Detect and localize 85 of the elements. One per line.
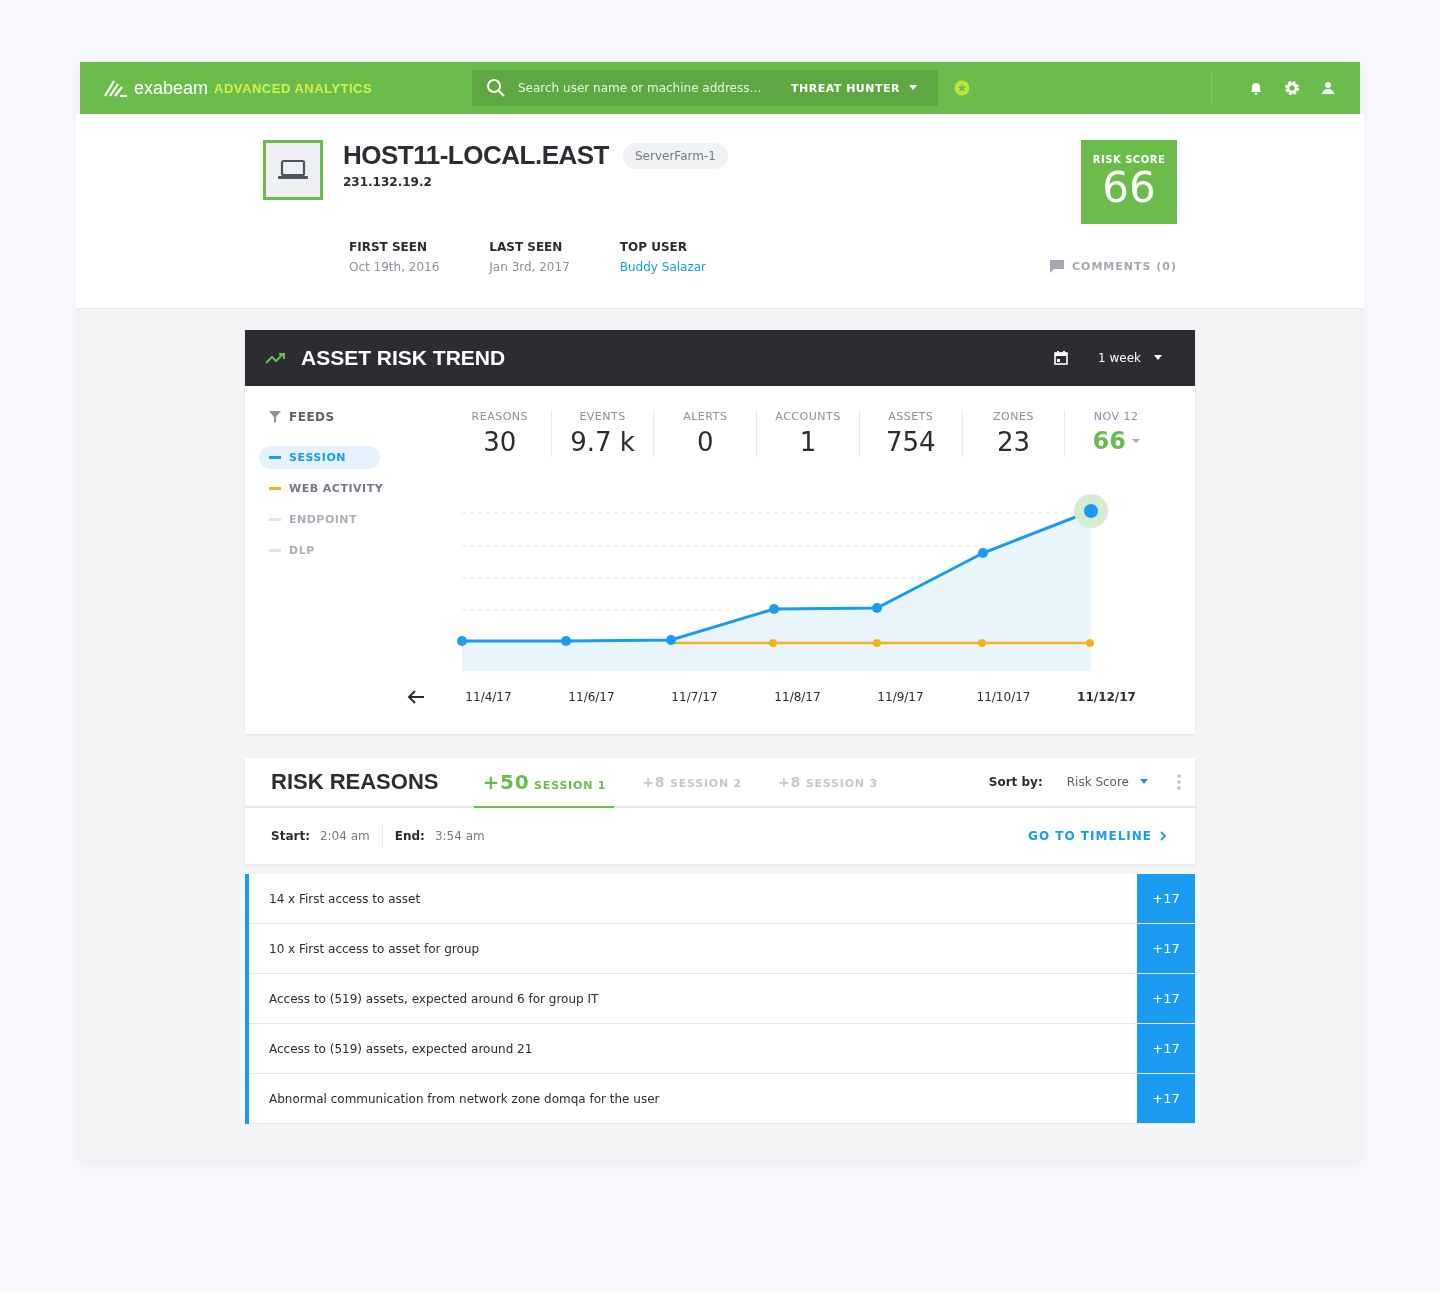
start-label: Start: [271, 829, 310, 843]
stat-value: 0 [696, 427, 715, 457]
trend-icon [265, 351, 287, 365]
session-tab[interactable]: +8 SESSION 2 [634, 758, 751, 808]
session-tab[interactable]: +8 SESSION 3 [770, 758, 886, 808]
caret-icon [1139, 779, 1149, 785]
caret-icon [1153, 355, 1163, 361]
session-tab[interactable]: +50 SESSION 1 [474, 758, 615, 808]
reason-text: Access to (519) assets, expected around 21 [268, 1041, 534, 1056]
start-time: 2:04 am [319, 829, 370, 843]
stat-label: NOV 12 [1092, 410, 1140, 423]
stat-value: 30 [482, 427, 518, 457]
user-link[interactable]: Buddy Salazar [619, 260, 706, 274]
product-name: ADVANCED ANALYTICS [214, 80, 373, 96]
feed-item[interactable]: WEB ACTIVITY [259, 477, 394, 500]
laptop-icon [263, 140, 323, 200]
back-arrow-icon[interactable] [407, 690, 425, 704]
date-label: 11/8/17 [773, 690, 822, 704]
risk-score: 66 [1102, 164, 1156, 211]
sort-label: Sort by: [988, 775, 1043, 789]
comment-icon [1050, 260, 1064, 273]
fact-value: Jan 3rd, 2017 [489, 260, 570, 274]
asset-name: HOST11-LOCAL.EAST [343, 140, 609, 171]
reason-score: +17 [1137, 1074, 1195, 1123]
fact-value: Oct 19th, 2016 [349, 260, 440, 274]
mode-dropdown[interactable]: THREAT HUNTER [784, 80, 924, 96]
user-icon[interactable] [1320, 80, 1336, 96]
reason-text: Access to (519) assets, expected around 6 for group IT [268, 991, 600, 1006]
reasons-title: RISK REASONS [271, 769, 439, 795]
comments-button[interactable]: COMMENTS (0) [1050, 260, 1177, 273]
feeds-title: FEEDS [289, 410, 335, 424]
logo-text: exabeam [134, 77, 209, 99]
reason-row[interactable]: Access to (519) assets, expected around 6 for group IT +17 [249, 974, 1195, 1024]
sort-dropdown[interactable]: Risk Score [1060, 774, 1155, 790]
fact-label: TOP USER [619, 240, 688, 254]
stat-value: 1 [798, 427, 818, 457]
stat-label: ALERTS [682, 410, 729, 423]
asset-tag: ServerFarm-1 [623, 142, 728, 169]
caret-icon[interactable] [1131, 438, 1140, 444]
stat-value: 9.7 k [569, 427, 636, 457]
stat-label: ACCOUNTS [774, 410, 842, 423]
calendar-icon [1054, 351, 1068, 365]
reason-text: 14 x First access to asset [268, 891, 422, 906]
ip-address: 231.132.19.2 [343, 175, 433, 189]
chevron-right-icon [1160, 831, 1167, 841]
timeline-link[interactable]: GO TO TIMELINE [1028, 829, 1167, 843]
search-icon [486, 78, 506, 98]
filter-icon [269, 411, 281, 423]
end-label: End: [394, 829, 425, 843]
stat-value: 23 [995, 427, 1031, 457]
reason-row[interactable]: Abnormal communication from network zone domqa for the user +17 [249, 1074, 1195, 1124]
feed-item[interactable]: SESSION [259, 446, 380, 469]
stat-label: REASONS [470, 410, 530, 423]
reason-row[interactable]: 14 x First access to asset +17 [249, 874, 1195, 924]
risk-label: RISK SCORE [1092, 153, 1166, 165]
score-value: 66 [1092, 427, 1126, 455]
caret-icon [908, 85, 918, 91]
date-label: 11/4/17 [464, 690, 513, 704]
date-label: 11/10/17 [975, 690, 1032, 704]
date-label: 11/12/17 [1076, 690, 1137, 704]
reason-score: +17 [1137, 1024, 1195, 1073]
date-label: 11/6/17 [567, 690, 616, 704]
date-label: 11/9/17 [876, 690, 925, 704]
trend-title: ASSET RISK TREND [301, 346, 506, 370]
settings-icon[interactable] [1284, 80, 1300, 96]
reason-score: +17 [1137, 874, 1195, 923]
reason-row[interactable]: 10 x First access to asset for group +17 [249, 924, 1195, 974]
reason-score: +17 [1137, 924, 1195, 973]
range-dropdown[interactable]: 1 week [1092, 350, 1169, 366]
stat-label: ZONES [992, 410, 1035, 423]
logo-icon [104, 79, 128, 97]
reason-text: Abnormal communication from network zone domqa for the user [268, 1091, 661, 1106]
reason-row[interactable]: Access to (519) assets, expected around 21 +17 [249, 1024, 1195, 1074]
fact-label: FIRST SEEN [349, 240, 428, 254]
bell-icon[interactable] [1248, 80, 1264, 96]
search-field[interactable]: Search user name or machine address… THREAT HUNTER [472, 70, 938, 106]
stat-label: EVENTS [578, 410, 627, 423]
reason-score: +17 [1137, 974, 1195, 1023]
fact-label: LAST SEEN [489, 240, 564, 254]
end-time: 3:54 am [434, 829, 485, 843]
more-icon[interactable] [1177, 774, 1181, 790]
reason-text: 10 x First access to asset for group [268, 941, 481, 956]
stat-label: ASSETS [887, 410, 935, 423]
date-label: 11/7/17 [670, 690, 719, 704]
stat-value: 754 [884, 427, 937, 457]
